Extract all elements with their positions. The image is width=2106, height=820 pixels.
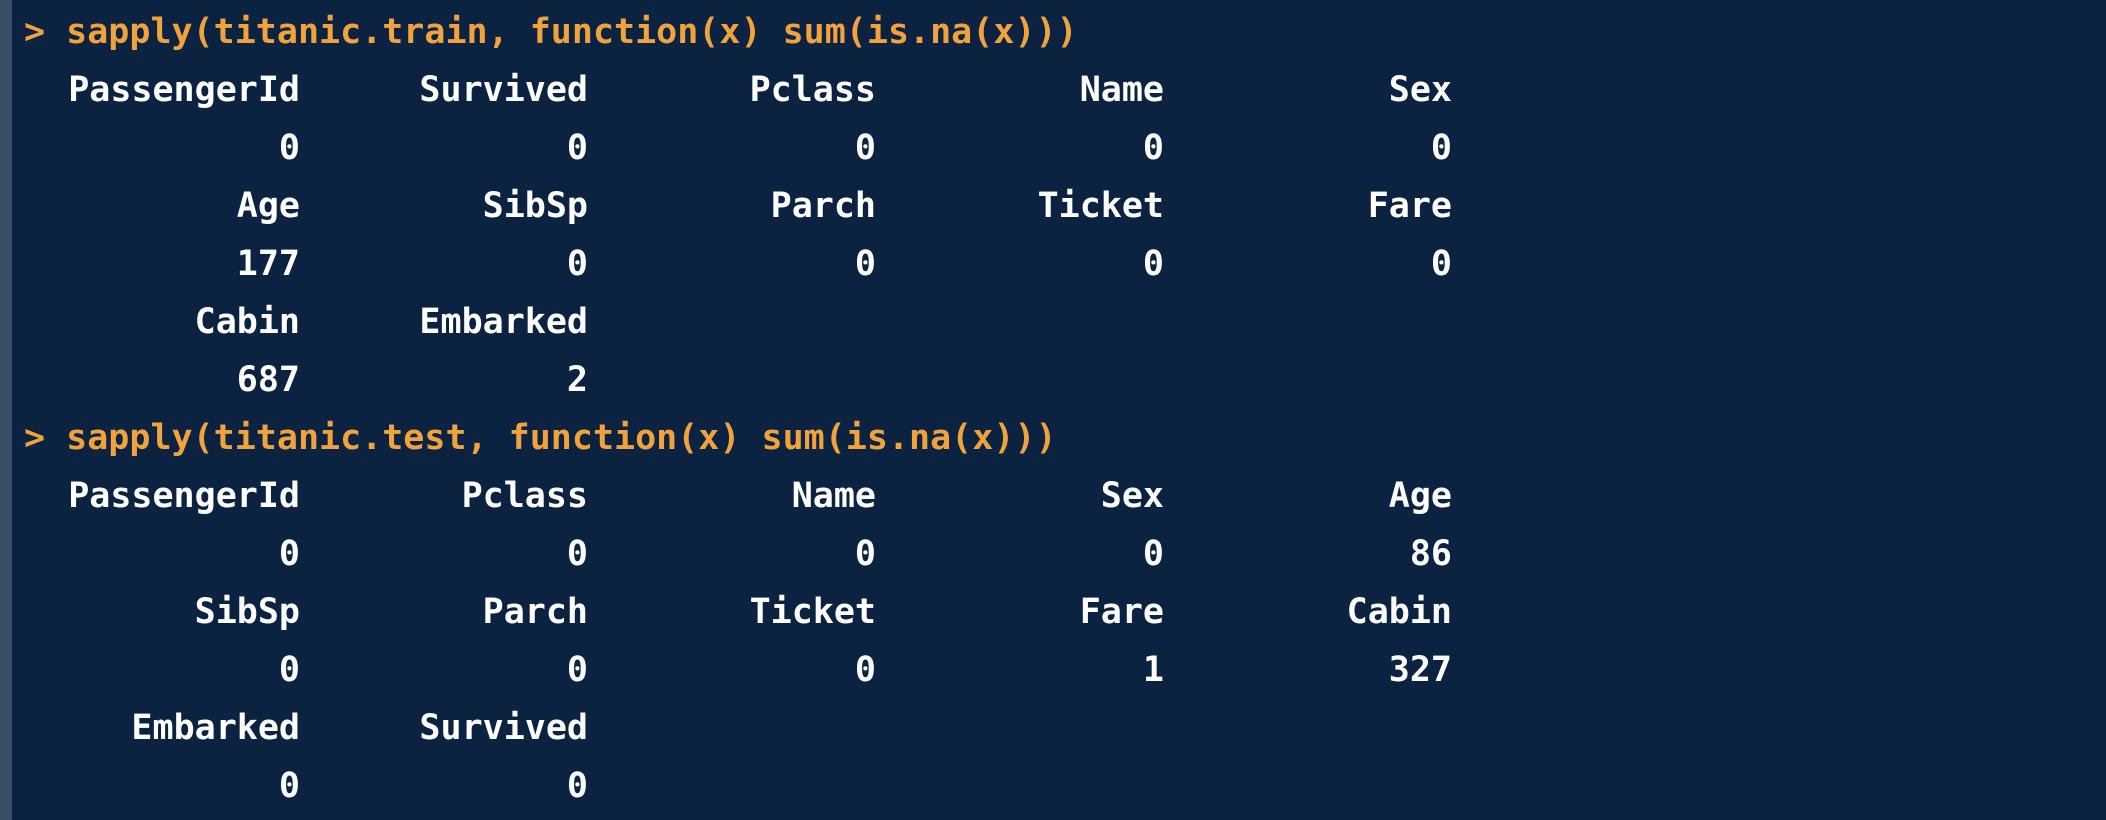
output-cell: Pclass xyxy=(749,70,876,110)
output-cell: SibSp xyxy=(482,186,588,226)
output-cell: 2 xyxy=(566,360,588,400)
output-cell: 327 xyxy=(1388,650,1452,690)
r-console[interactable]: > sapply(titanic.train, function(x) sum(… xyxy=(0,0,2106,820)
output-cell: 0 xyxy=(566,766,588,806)
output-cell: Age xyxy=(236,186,300,226)
output-cell: 0 xyxy=(1430,128,1452,168)
output-cell: 0 xyxy=(854,534,876,574)
prompt-symbol: > xyxy=(24,418,46,458)
output-cell: 0 xyxy=(1430,244,1452,284)
output-cell: Embarked xyxy=(419,302,588,342)
output-cell: Age xyxy=(1388,476,1452,516)
output-cell: 0 xyxy=(854,128,876,168)
output-cell: 0 xyxy=(278,650,300,690)
output-cell: Fare xyxy=(1079,592,1164,632)
output-cell: PassengerId xyxy=(68,476,300,516)
output-cell: Cabin xyxy=(194,302,300,342)
output-cell: Parch xyxy=(482,592,588,632)
output-cell: 0 xyxy=(854,244,876,284)
command-line: > sapply(titanic.train, function(x) sum(… xyxy=(24,3,1078,61)
output-cell: Sex xyxy=(1388,70,1452,110)
output-cell: 86 xyxy=(1409,534,1452,574)
output-cell: Fare xyxy=(1367,186,1452,226)
output-cell: Ticket xyxy=(1037,186,1164,226)
output-cell: Survived xyxy=(419,70,588,110)
output-cell: 0 xyxy=(566,650,588,690)
output-cell: SibSp xyxy=(194,592,300,632)
output-cell: 0 xyxy=(278,534,300,574)
command-line: > sapply(titanic.test, function(x) sum(i… xyxy=(24,409,1057,467)
output-cell: 687 xyxy=(236,360,300,400)
output-cell: Parch xyxy=(770,186,876,226)
output-cell: 0 xyxy=(278,128,300,168)
output-cell: PassengerId xyxy=(68,70,300,110)
output-cell: 0 xyxy=(566,128,588,168)
output-cell: Survived xyxy=(419,708,588,748)
output-cell: 0 xyxy=(854,650,876,690)
output-cell: 0 xyxy=(566,534,588,574)
output-cell: Ticket xyxy=(749,592,876,632)
command-text: sapply(titanic.test, function(x) sum(is.… xyxy=(66,418,1057,458)
output-cell: 0 xyxy=(278,766,300,806)
output-cell: Name xyxy=(1079,70,1164,110)
output-cell: Pclass xyxy=(461,476,588,516)
output-cell: Embarked xyxy=(131,708,300,748)
prompt-symbol: > xyxy=(24,12,46,52)
output-cell: 1 xyxy=(1142,650,1164,690)
output-cell: 0 xyxy=(566,244,588,284)
command-text: sapply(titanic.train, function(x) sum(is… xyxy=(66,12,1078,52)
output-cell: Name xyxy=(791,476,876,516)
output-cell: Cabin xyxy=(1346,592,1452,632)
output-cell: 0 xyxy=(1142,244,1164,284)
output-cell: Sex xyxy=(1100,476,1164,516)
output-cell: 0 xyxy=(1142,128,1164,168)
output-cell: 0 xyxy=(1142,534,1164,574)
output-cell: 177 xyxy=(236,244,300,284)
